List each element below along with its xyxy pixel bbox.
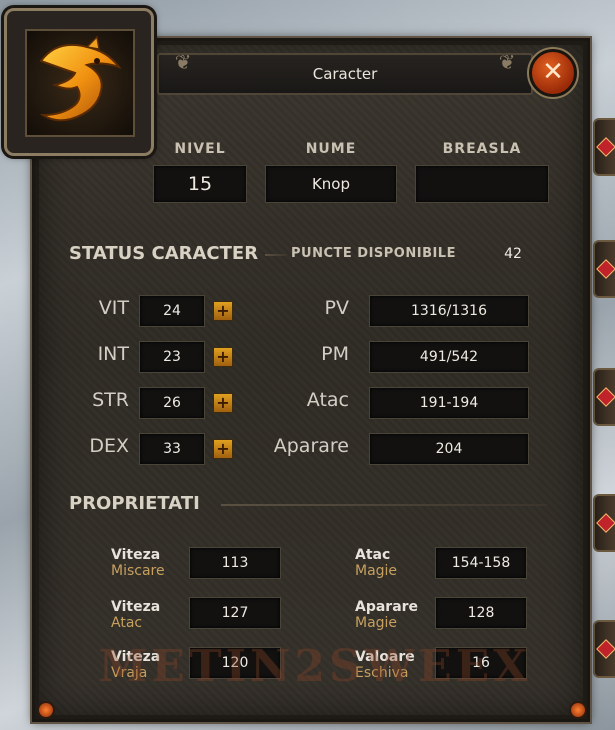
guild-label: BREASLA: [442, 141, 522, 157]
stat-value-dex: 33: [139, 433, 205, 465]
level-label: NIVEL: [174, 141, 226, 157]
side-tab[interactable]: [593, 494, 615, 552]
prop-value-magic-attack: 154-158: [435, 547, 527, 579]
stat-value-vit: 24: [139, 295, 205, 327]
title-ornament-left: ❦: [174, 50, 192, 74]
prop-value-magic-defense: 128: [435, 597, 527, 629]
prop-value-move-speed: 113: [189, 547, 281, 579]
derived-label-atac: Atac: [306, 389, 349, 411]
properties-section-title: PROPRIETATI: [69, 493, 200, 514]
name-field: Knop: [265, 165, 397, 203]
derived-value-atac: 191-194: [369, 387, 529, 419]
plus-icon[interactable]: +: [213, 347, 233, 367]
emblem-frame: [25, 29, 135, 137]
prop-value-attack-speed: 127: [189, 597, 281, 629]
window-title: Caracter: [312, 65, 378, 83]
stat-label-vit: VIT: [98, 297, 129, 319]
prop-label-move-speed: Viteza Miscare: [111, 547, 165, 579]
prop-label-attack-speed: Viteza Atac: [111, 599, 161, 631]
derived-value-pv: 1316/1316: [369, 295, 529, 327]
divider: [221, 504, 547, 506]
derived-label-pm: PM: [321, 343, 349, 365]
guild-field: [415, 165, 549, 203]
stat-label-str: STR: [92, 389, 129, 411]
close-icon: ✕: [542, 57, 564, 87]
side-tab[interactable]: [593, 620, 615, 678]
side-tab[interactable]: [593, 118, 615, 176]
corner-ornament: [569, 701, 587, 719]
level-field: 15: [153, 165, 247, 203]
watermark: METIN2SWEEX: [98, 641, 532, 692]
divider: [265, 254, 287, 256]
derived-label-pv: PV: [324, 297, 349, 319]
stat-value-int: 23: [139, 341, 205, 373]
title-ornament-right: ❦: [498, 50, 516, 74]
status-section-title: STATUS CARACTER: [69, 243, 259, 264]
stat-label-dex: DEX: [89, 435, 129, 457]
stat-value-str: 26: [139, 387, 205, 419]
available-points-label: PUNCTE DISPONIBILE: [291, 246, 456, 261]
prop-label-magic-attack: Atac Magie: [355, 547, 398, 579]
derived-value-aparare: 204: [369, 433, 529, 465]
derived-label-aparare: Aparare: [273, 435, 349, 457]
prop-label-magic-defense: Aparare Magie: [355, 599, 419, 631]
derived-value-pm: 491/542: [369, 341, 529, 373]
close-button[interactable]: ✕: [527, 47, 579, 99]
plus-icon[interactable]: +: [213, 301, 233, 321]
side-tab[interactable]: [593, 368, 615, 426]
side-tab[interactable]: [593, 240, 615, 298]
title-bar[interactable]: Caracter: [157, 53, 533, 95]
available-points-value: 42: [504, 246, 522, 262]
plus-icon[interactable]: +: [213, 439, 233, 459]
dragon-emblem-icon: [4, 8, 154, 156]
dragon-icon: [39, 35, 122, 122]
stat-label-int: INT: [97, 343, 129, 365]
plus-icon[interactable]: +: [213, 393, 233, 413]
name-label: NUME: [305, 141, 357, 157]
corner-ornament: [37, 701, 55, 719]
